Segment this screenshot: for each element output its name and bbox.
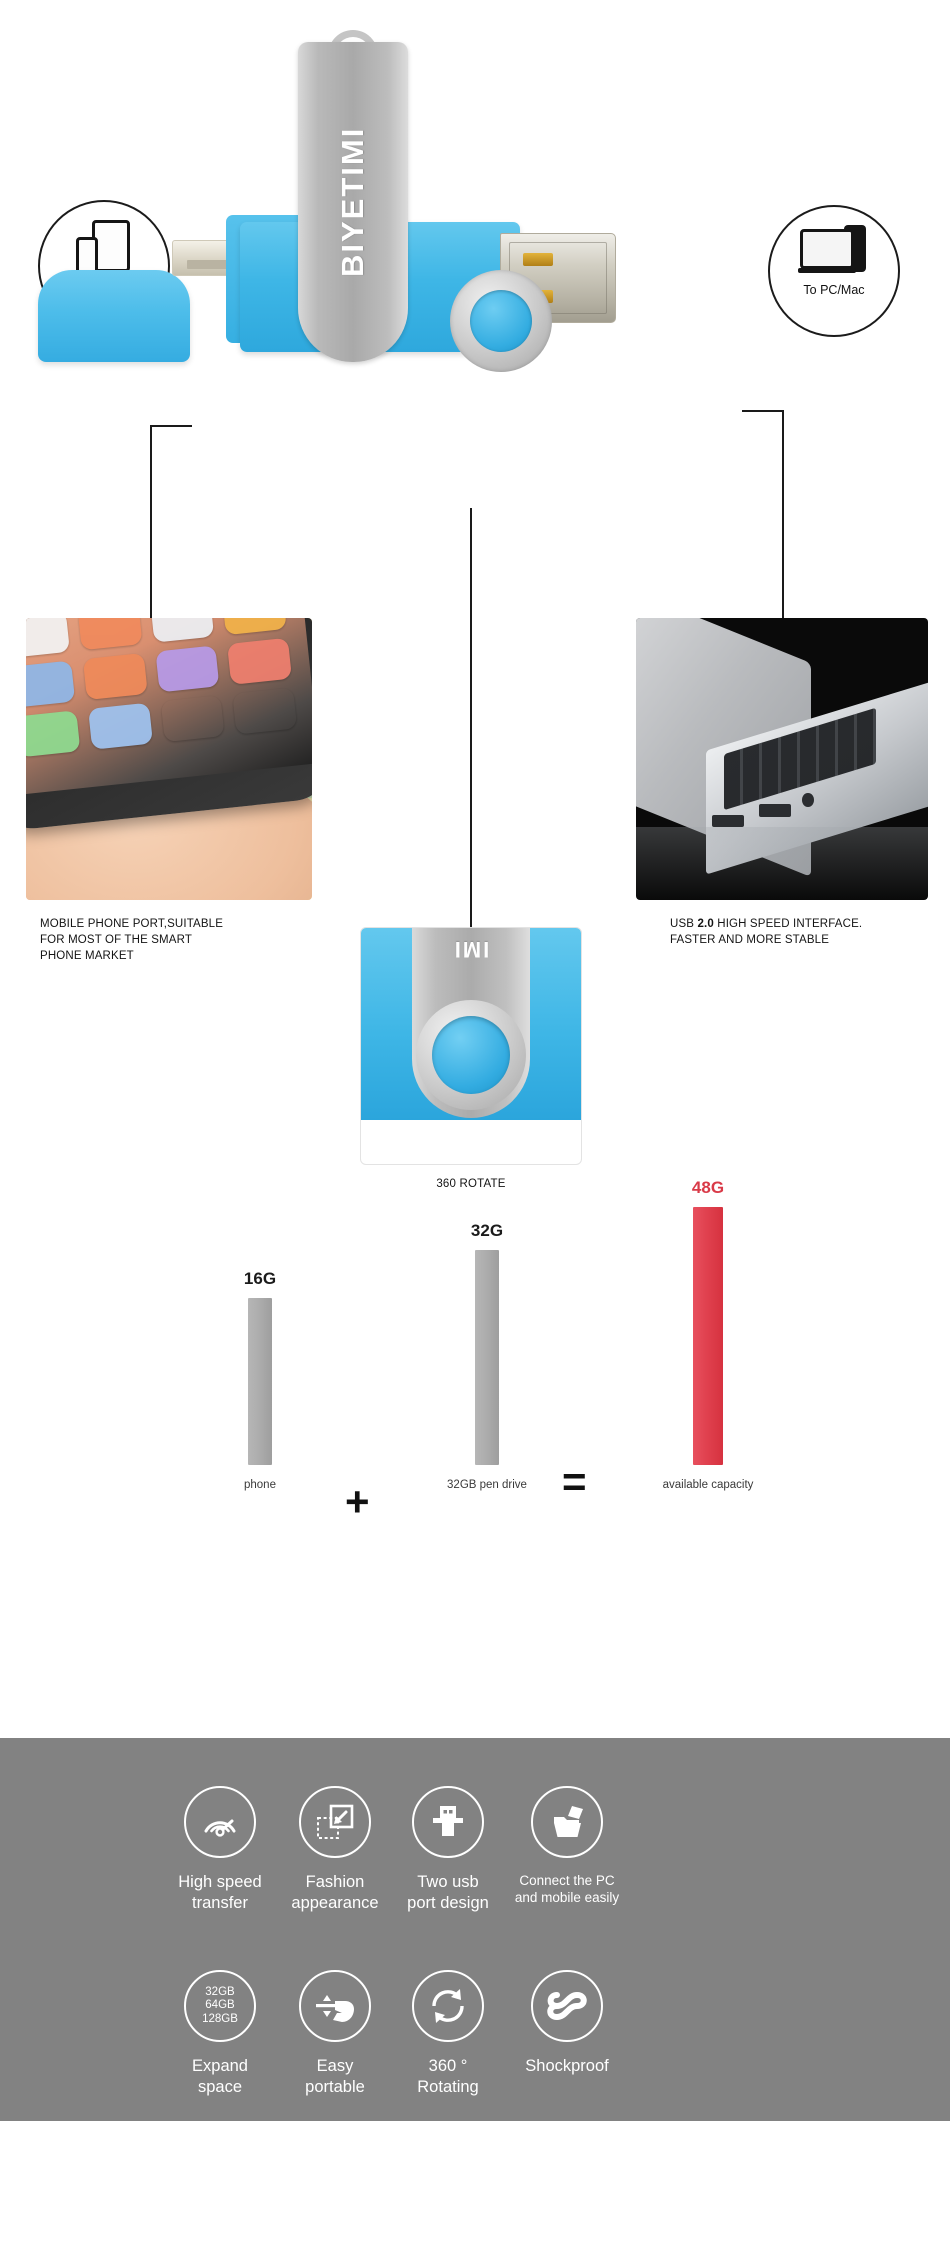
- rotate-card-brand-letters: IMI: [452, 937, 490, 962]
- swivel-hinge-center: [470, 290, 532, 352]
- folder-upload-icon: [531, 1786, 603, 1858]
- leader-line-rotate-vertical: [470, 508, 472, 928]
- feature-grid: High speed transfer Fashion appearance T…: [0, 1738, 950, 2121]
- caption-usb-version: 2.0: [697, 918, 714, 930]
- chart-column-available: 48G available capacity: [608, 1178, 808, 1491]
- infinity-icon: [531, 1970, 603, 2042]
- caption-mobile-phone-port: MOBILE PHONE PORT,SUITABLE FOR MOST OF T…: [40, 918, 224, 962]
- metal-swivel-clip: BIYETIMI: [298, 42, 552, 372]
- laptop-pc-icon: [798, 225, 870, 281]
- capacity-options-text: 32GB 64GB 128GB: [202, 1985, 238, 2025]
- usb-drive-product-image: BIYETIMI: [38, 30, 770, 372]
- leader-line-laptop-horizontal: [742, 410, 784, 412]
- bar-label-available: available capacity: [662, 1479, 754, 1491]
- hero-section: For Android Smart phones To PC/Mac: [0, 0, 950, 928]
- label-360-rotate: 360 ROTATE: [436, 1178, 506, 1190]
- brand-logo-text: BIYETIMI: [335, 126, 370, 278]
- rotate-closeup-image: IMI: [360, 927, 582, 1165]
- feature-shockproof: Shockproof: [472, 1970, 662, 2077]
- brand-logo: BIYETIMI: [298, 112, 408, 292]
- leader-line-phone-vertical: [150, 425, 152, 618]
- chart-column-pendrive: 32G 32GB pen drive: [412, 1221, 562, 1491]
- bar-label-pendrive: 32GB pen drive: [447, 1479, 527, 1491]
- capacity-comparison-chart: 16G phone + 32G 32GB pen drive = 48G ava…: [0, 1178, 950, 1625]
- caption-usb-interface: USB 2.0 HIGH SPEED INTERFACE. FASTER AND…: [670, 916, 950, 948]
- chart-plus-symbol: +: [345, 1478, 370, 1525]
- swivel-hinge: [450, 270, 552, 372]
- feature-label: Shockproof: [525, 2057, 609, 2075]
- bar-available: [693, 1207, 723, 1465]
- bar-value-phone: 16G: [243, 1269, 277, 1288]
- chart-column-phone: 16G phone: [200, 1269, 320, 1491]
- bar-pendrive: [475, 1250, 499, 1465]
- bar-value-available: 48G: [691, 1178, 725, 1197]
- chart-equals-symbol: =: [562, 1458, 587, 1505]
- leader-line-phone-horizontal: [150, 425, 192, 427]
- product-infographic-page: For Android Smart phones To PC/Mac: [0, 0, 950, 2244]
- bar-phone: [248, 1298, 272, 1465]
- mobile-phone-photo: [26, 618, 312, 900]
- usb-cap: [38, 270, 190, 362]
- feature-label: Connect the PC and mobile easily: [514, 1873, 620, 1905]
- badge-to-pc-mac: To PC/Mac: [768, 205, 900, 337]
- laptop-usb-photo: [636, 618, 928, 900]
- bar-value-pendrive: 32G: [470, 1221, 504, 1240]
- feature-connect-pc-mobile: Connect the PC and mobile easily: [472, 1786, 662, 1906]
- bar-label-phone: phone: [244, 1479, 276, 1491]
- leader-line-laptop-vertical: [782, 410, 784, 618]
- caption-usb-pre: USB: [670, 918, 698, 930]
- badge-pcmac-label: To PC/Mac: [803, 283, 865, 297]
